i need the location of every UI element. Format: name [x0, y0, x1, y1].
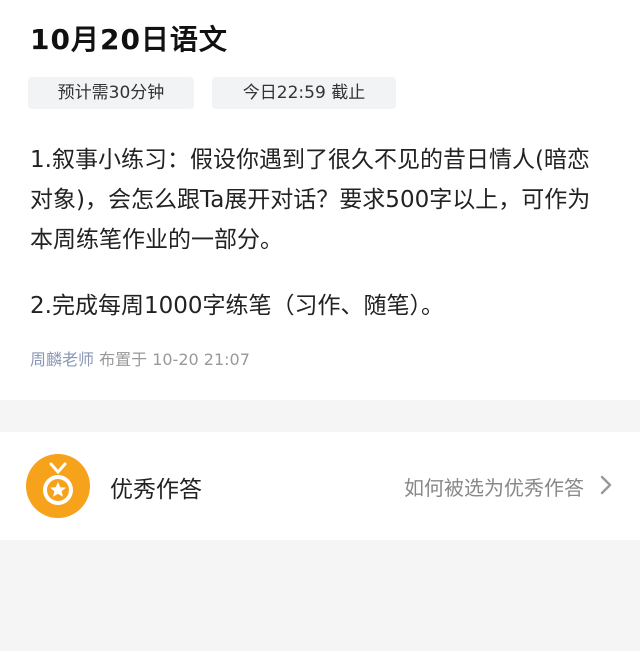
assignment-meta: 周麟老师 布置于 10-20 21:07	[30, 346, 250, 370]
teacher-name[interactable]: 周麟老师	[30, 350, 94, 369]
deadline-badge: 今日22:59 截止	[212, 77, 396, 109]
chevron-right-icon[interactable]	[598, 474, 614, 496]
excellent-answers-label: 优秀作答	[110, 477, 202, 503]
posted-time: 布置于 10-20 21:07	[99, 350, 250, 369]
assignment-item-2: 2.完成每周1000字练笔（习作、随笔）。	[30, 293, 444, 319]
medal-icon	[26, 454, 90, 518]
estimated-time-badge: 预计需30分钟	[28, 77, 194, 109]
excellent-answers-row[interactable]: 优秀作答 如何被选为优秀作答	[0, 432, 640, 540]
assignment-item-1: 1.叙事小练习：假设你遇到了很久不见的昔日情人(暗恋对象)，会怎么跟Ta展开对话…	[30, 147, 591, 253]
assignment-card: 10月20日语文 预计需30分钟 今日22:59 截止 1.叙事小练习：假设你遇…	[0, 0, 640, 400]
how-to-be-selected-link[interactable]: 如何被选为优秀作答	[404, 472, 584, 501]
page-title: 10月20日语文	[30, 23, 228, 56]
